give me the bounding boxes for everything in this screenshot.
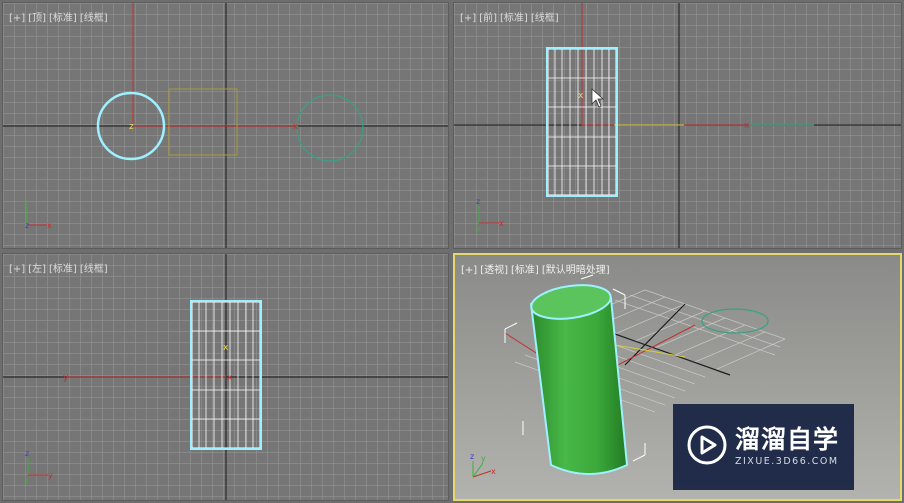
watermark-overlay: 溜溜自学 ZIXUE.3D66.COM <box>673 404 854 490</box>
viewport-shading[interactable]: [线框] <box>531 13 559 24</box>
corner-axis-z: z <box>25 449 29 458</box>
corner-axis-x: x <box>47 221 52 230</box>
viewport-preset[interactable]: [标准] <box>49 264 77 275</box>
viewport-preset[interactable]: [标准] <box>511 265 539 276</box>
left-viewport-scene: x y x z y x <box>3 254 448 500</box>
watermark-subtitle: ZIXUE.3D66.COM <box>735 456 839 467</box>
corner-axis-y: y <box>481 454 486 463</box>
corner-axis-x: x <box>24 476 29 485</box>
viewport-view-name[interactable]: [左] <box>28 264 46 275</box>
watermark-title: 溜溜自学 <box>735 425 840 454</box>
viewport-preset[interactable]: [标准] <box>49 13 77 24</box>
gizmo-pivot: x <box>227 373 233 383</box>
viewport-left[interactable]: [+] [左] [标准] [线框] x y x z y x <box>2 253 449 501</box>
pivot-marker: z <box>129 122 134 132</box>
corner-axis-y: y <box>476 224 481 233</box>
teal-circle[interactable] <box>296 94 364 162</box>
corner-axis-z: z <box>25 221 29 230</box>
viewport-front[interactable]: [+] [前] [标准] [线框] x x z x y <box>453 2 902 249</box>
viewport-menu-plus[interactable]: [+] <box>9 264 25 275</box>
viewport-shading[interactable]: [线框] <box>80 264 108 275</box>
green-cylinder[interactable] <box>529 281 629 475</box>
viewport-view-name[interactable]: [顶] <box>28 13 46 24</box>
viewport-menu-plus[interactable]: [+] <box>460 13 476 24</box>
viewport-shading[interactable]: [线框] <box>80 13 108 24</box>
viewport-view-name[interactable]: [前] <box>479 13 497 24</box>
viewport-top[interactable]: [+] [顶] [标准] [线框] z x y x z <box>2 2 449 249</box>
pivot-marker: x <box>578 91 584 101</box>
corner-axis-y: y <box>48 471 53 480</box>
bounding-rectangle <box>168 88 238 156</box>
corner-axis-y: y <box>24 198 29 207</box>
gizmo-x-label: x <box>293 122 299 132</box>
corner-axis-z: z <box>476 197 480 206</box>
viewport-menu-plus[interactable]: [+] <box>461 265 477 276</box>
front-viewport-scene: x x z x y <box>454 3 901 248</box>
corner-axis-x: x <box>499 219 504 228</box>
pivot-marker: x <box>223 343 229 353</box>
corner-axis-x: x <box>491 467 496 476</box>
viewport-view-name[interactable]: [透视] <box>480 265 508 276</box>
viewport-left-label: [+] [左] [标准] [线框] <box>9 260 111 275</box>
viewport-shading[interactable]: [默认明暗处理] <box>542 265 610 276</box>
top-viewport-scene: z x y x z <box>3 3 448 248</box>
play-logo-icon <box>687 425 727 465</box>
corner-axis-z: z <box>470 452 474 461</box>
viewport-front-label: [+] [前] [标准] [线框] <box>460 9 562 24</box>
viewport-menu-plus[interactable]: [+] <box>9 13 25 24</box>
viewport-preset[interactable]: [标准] <box>500 13 528 24</box>
gizmo-x-label: x <box>744 121 750 131</box>
gizmo-y-label: y <box>63 373 69 383</box>
viewport-top-label: [+] [顶] [标准] [线框] <box>9 9 111 24</box>
viewport-perspective-label: [+] [透视] [标准] [默认明暗处理] <box>461 261 613 276</box>
